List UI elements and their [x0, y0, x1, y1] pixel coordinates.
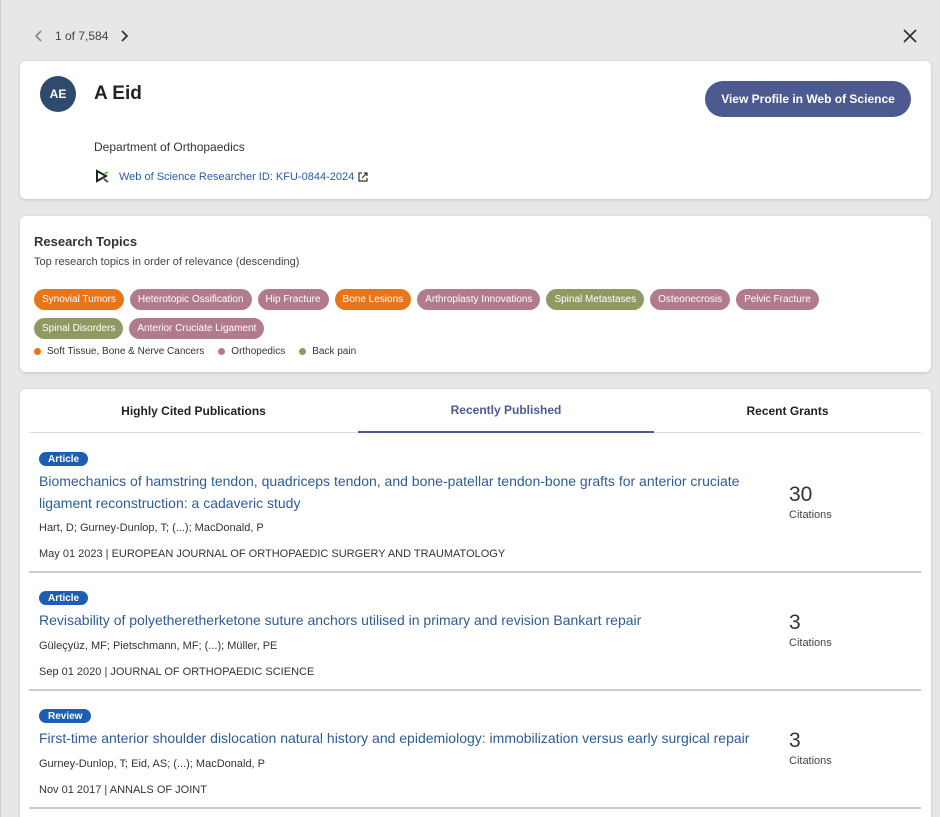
legend-item: Back pain: [299, 346, 356, 357]
previous-record-button[interactable]: [29, 26, 49, 46]
legend-label: Orthopedics: [231, 346, 286, 357]
publication-meta: May 01 2023 | EUROPEAN JOURNAL OF ORTHOP…: [39, 548, 506, 560]
publication-item: Article Revisability of polyetheretherke…: [29, 573, 921, 691]
close-button[interactable]: [898, 24, 922, 48]
legend-dot: [34, 348, 41, 355]
topic-chip[interactable]: Hip Fracture: [257, 289, 329, 310]
legend-item: Orthopedics: [218, 346, 285, 357]
topic-chip[interactable]: Bone Lesions: [334, 289, 412, 310]
citation-label: Citations: [789, 637, 832, 649]
view-profile-button[interactable]: View Profile in Web of Science: [705, 81, 911, 117]
publication-authors: Gurney-Dunlop, T; Eid, AS; (...); MacDon…: [39, 758, 266, 770]
profile-card: AE A Eid Department of Orthopaedics Web …: [20, 61, 931, 199]
research-topics-title: Research Topics: [34, 234, 138, 249]
publication-title-link[interactable]: Revisability of polyetheretherketone sut…: [39, 609, 769, 631]
citation-label: Citations: [789, 509, 832, 521]
chevron-left-icon: [34, 30, 42, 42]
citation-number: 3: [789, 611, 801, 634]
publication-authors: Güleçyüz, MF; Pietschmann, MF; (...); Mü…: [39, 640, 278, 652]
research-topics-card: Research Topics Top research topics in o…: [20, 216, 931, 372]
citation-count: 3 Citations: [789, 729, 832, 767]
legend-label: Soft Tissue, Bone & Nerve Cancers: [47, 346, 205, 357]
topic-chip[interactable]: Osteonecrosis: [650, 289, 731, 310]
topic-chip[interactable]: Arthroplasty Innovations: [417, 289, 541, 310]
publication-authors: Hart, D; Gurney-Dunlop, T; (...); MacDon…: [39, 522, 264, 534]
publications-card: Highly Cited Publications Recently Publi…: [20, 389, 931, 817]
close-icon: [903, 29, 917, 43]
publication-meta: Sep 01 2020 | JOURNAL OF ORTHOPAEDIC SCI…: [39, 666, 315, 678]
publication-title-link[interactable]: First-time anterior shoulder dislocation…: [39, 727, 779, 749]
topic-chip[interactable]: Spinal Metastases: [546, 289, 645, 310]
citation-number: 3: [789, 729, 801, 752]
topic-chip[interactable]: Anterior Cruciate Ligament: [129, 318, 265, 339]
publication-type-badge: Article: [39, 452, 89, 466]
external-link-icon: [358, 172, 368, 182]
publication-type-badge: Article: [39, 591, 89, 605]
topic-chip[interactable]: Heterotopic Ossification: [129, 289, 252, 310]
researcher-name: A Eid: [94, 83, 142, 104]
publication-item: Article Biomechanics of hamstring tendon…: [29, 433, 921, 573]
profile-modal: 1 of 7,584 AE A Eid Department of Orthop…: [0, 0, 940, 817]
tab-highly-cited[interactable]: Highly Cited Publications: [29, 389, 358, 433]
research-topics-subtitle: Top research topics in order of relevanc…: [34, 256, 300, 268]
next-record-button[interactable]: [114, 26, 134, 46]
record-count: 1 of 7,584: [55, 29, 109, 43]
tab-recently-published[interactable]: Recently Published: [358, 389, 654, 433]
citation-label: Citations: [789, 755, 832, 767]
publication-title-link[interactable]: Biomechanics of hamstring tendon, quadri…: [39, 470, 769, 514]
legend-label: Back pain: [312, 346, 357, 357]
citation-number: 30: [789, 483, 813, 506]
avatar: AE: [40, 76, 76, 112]
topic-legend: Soft Tissue, Bone & Nerve Cancers Orthop…: [34, 346, 370, 357]
legend-item: Soft Tissue, Bone & Nerve Cancers: [34, 346, 204, 357]
publication-meta: Nov 01 2017 | ANNALS OF JOINT: [39, 784, 207, 796]
chevron-right-icon: [121, 30, 129, 42]
topic-chip[interactable]: Spinal Disorders: [34, 318, 124, 339]
legend-dot: [299, 348, 307, 355]
researcher-id-link[interactable]: Web of Science Researcher ID: KFU-0844-2…: [94, 169, 368, 185]
topic-chips: Synovial Tumors Heterotopic Ossification…: [34, 289, 914, 339]
researcher-id-text: Web of Science Researcher ID: KFU-0844-2…: [119, 171, 355, 183]
citation-count: 3 Citations: [789, 611, 832, 649]
citation-count: 30 Citations: [789, 483, 832, 521]
topic-chip[interactable]: Pelvic Fracture: [736, 289, 819, 310]
topic-chip[interactable]: Synovial Tumors: [34, 289, 124, 310]
legend-dot: [218, 348, 226, 355]
publication-tabs: Highly Cited Publications Recently Publi…: [29, 389, 921, 433]
publication-item: Review First-time anterior shoulder disl…: [29, 691, 921, 809]
tab-recent-grants[interactable]: Recent Grants: [654, 389, 921, 433]
pager: 1 of 7,584: [29, 24, 134, 48]
publication-type-badge: Review: [39, 709, 92, 723]
web-of-science-logo-icon: [96, 169, 109, 183]
department: Department of Orthopaedics: [94, 140, 245, 154]
